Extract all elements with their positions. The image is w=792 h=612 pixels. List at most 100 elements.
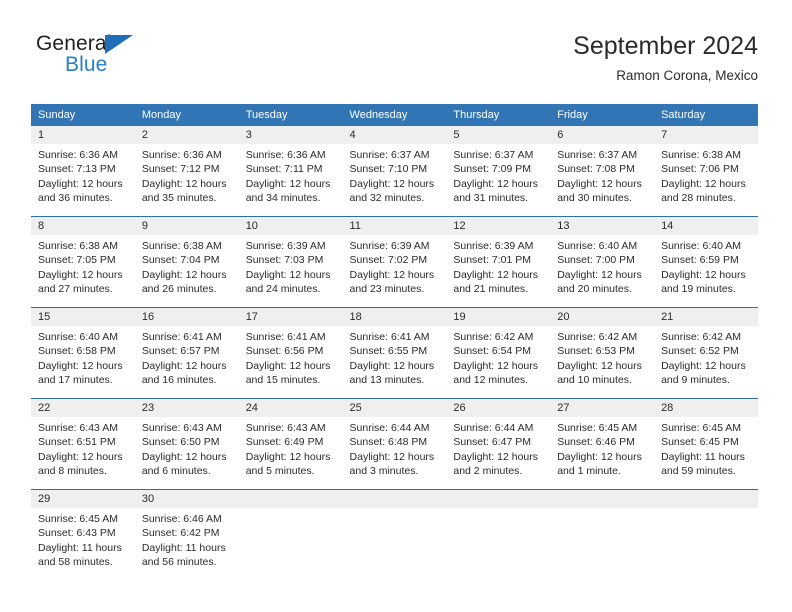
day-cell[interactable]: 23 Sunrise: 6:43 AM Sunset: 6:50 PM Dayligh… bbox=[134, 399, 239, 489]
daylight-text-line1: Daylight: 12 hours bbox=[557, 177, 642, 190]
day-cell[interactable] bbox=[446, 490, 551, 580]
weekday-header-saturday: Saturday bbox=[654, 104, 758, 126]
day-info: Sunrise: 6:42 AM Sunset: 6:53 PM Daylight:… bbox=[550, 326, 654, 387]
day-cell[interactable]: 21 Sunrise: 6:42 AM Sunset: 6:52 PM Dayligh… bbox=[654, 308, 758, 398]
day-cell[interactable]: 25 Sunrise: 6:44 AM Sunset: 6:48 PM Dayligh… bbox=[342, 399, 447, 489]
day-cell[interactable]: 19 Sunrise: 6:42 AM Sunset: 6:54 PM Dayligh… bbox=[446, 308, 551, 398]
sunrise-text: Sunrise: 6:38 AM bbox=[38, 240, 118, 252]
day-cell[interactable]: 27 Sunrise: 6:45 AM Sunset: 6:46 PM Dayligh… bbox=[550, 399, 655, 489]
day-cell[interactable]: 6 Sunrise: 6:37 AM Sunset: 7:08 PM Daylight… bbox=[550, 126, 655, 216]
daylight-text-line1: Daylight: 12 hours bbox=[38, 450, 123, 463]
calendar-head: Sunday Monday Tuesday Wednesday Thursday… bbox=[31, 104, 758, 126]
daylight-text-line1: Daylight: 12 hours bbox=[38, 177, 123, 190]
sunrise-text: Sunrise: 6:39 AM bbox=[453, 240, 534, 252]
day-number bbox=[550, 490, 655, 508]
sunrise-text: Sunrise: 6:41 AM bbox=[141, 331, 222, 343]
sunset-text: Sunset: 6:58 PM bbox=[38, 345, 116, 358]
daylight-text-line2: and 27 minutes. bbox=[38, 282, 113, 295]
day-cell[interactable]: 3 Sunrise: 6:36 AM Sunset: 7:11 PM Daylight… bbox=[238, 126, 343, 216]
day-cell[interactable]: 8 Sunrise: 6:38 AM Sunset: 7:05 PM Daylight… bbox=[31, 217, 135, 307]
day-number: 7 bbox=[654, 126, 758, 144]
day-cell[interactable]: 11 Sunrise: 6:39 AM Sunset: 7:02 PM Dayligh… bbox=[342, 217, 447, 307]
daylight-text-line1: Daylight: 12 hours bbox=[245, 450, 331, 463]
daylight-text-line2: and 30 minutes. bbox=[557, 191, 632, 204]
sunrise-text: Sunrise: 6:36 AM bbox=[245, 149, 326, 161]
sunrise-text: Sunrise: 6:41 AM bbox=[245, 331, 326, 343]
daylight-text-line1: Daylight: 12 hours bbox=[141, 450, 227, 463]
calendar-page: General Blue September 2024 Ramon Corona… bbox=[0, 0, 792, 612]
day-cell[interactable]: 22 Sunrise: 6:43 AM Sunset: 6:51 PM Dayligh… bbox=[31, 399, 135, 489]
sunset-text: Sunset: 7:03 PM bbox=[245, 254, 324, 267]
logo-triangle-icon bbox=[105, 35, 133, 54]
daylight-text-line2: and 24 minutes. bbox=[245, 282, 321, 295]
sunset-text: Sunset: 6:45 PM bbox=[661, 436, 739, 449]
page-subtitle: Ramon Corona, Mexico bbox=[616, 68, 758, 83]
day-number: 2 bbox=[134, 126, 239, 144]
daylight-text-line2: and 36 minutes. bbox=[38, 191, 113, 204]
day-cell[interactable]: 7 Sunrise: 6:38 AM Sunset: 7:06 PM Daylight… bbox=[654, 126, 758, 216]
day-cell[interactable]: 26 Sunrise: 6:44 AM Sunset: 6:47 PM Dayligh… bbox=[446, 399, 551, 489]
sunset-text: Sunset: 7:08 PM bbox=[557, 163, 635, 176]
day-cell[interactable]: 16 Sunrise: 6:41 AM Sunset: 6:57 PM Dayligh… bbox=[134, 308, 239, 398]
daylight-text-line1: Daylight: 11 hours bbox=[38, 541, 122, 554]
sunrise-text: Sunrise: 6:44 AM bbox=[349, 422, 430, 434]
weekday-header-thursday: Thursday bbox=[446, 104, 551, 126]
calendar-week-row: 8 Sunrise: 6:38 AM Sunset: 7:05 PM Daylight… bbox=[31, 216, 758, 308]
day-number: 3 bbox=[238, 126, 343, 144]
day-info: Sunrise: 6:39 AM Sunset: 7:03 PM Daylight:… bbox=[239, 235, 343, 296]
day-cell[interactable]: 15 Sunrise: 6:40 AM Sunset: 6:58 PM Dayligh… bbox=[31, 308, 135, 398]
sunset-text: Sunset: 7:04 PM bbox=[141, 254, 220, 267]
day-info: Sunrise: 6:38 AM Sunset: 7:05 PM Daylight:… bbox=[31, 235, 135, 296]
day-number bbox=[654, 490, 758, 508]
sunset-text: Sunset: 6:55 PM bbox=[349, 345, 428, 358]
daylight-text-line2: and 26 minutes. bbox=[141, 282, 217, 295]
sunset-text: Sunset: 6:50 PM bbox=[141, 436, 220, 449]
sunrise-text: Sunrise: 6:42 AM bbox=[557, 331, 638, 343]
sunset-text: Sunset: 7:12 PM bbox=[141, 163, 220, 176]
day-cell[interactable]: 1 Sunrise: 6:36 AM Sunset: 7:13 PM Daylight… bbox=[31, 126, 135, 216]
day-cell[interactable]: 9 Sunrise: 6:38 AM Sunset: 7:04 PM Daylight… bbox=[134, 217, 239, 307]
logo-text-blue: Blue bbox=[65, 53, 108, 76]
calendar-week-row: 15 Sunrise: 6:40 AM Sunset: 6:58 PM Dayligh… bbox=[31, 307, 758, 399]
calendar-week-row: 22 Sunrise: 6:43 AM Sunset: 6:51 PM Dayligh… bbox=[31, 398, 758, 490]
sunrise-text: Sunrise: 6:42 AM bbox=[453, 331, 534, 343]
day-cell[interactable]: 29 Sunrise: 6:45 AM Sunset: 6:43 PM Dayligh… bbox=[31, 490, 135, 580]
day-cell[interactable]: 30 Sunrise: 6:46 AM Sunset: 6:42 PM Dayligh… bbox=[134, 490, 239, 580]
sunset-text: Sunset: 6:51 PM bbox=[38, 436, 116, 449]
day-cell[interactable]: 10 Sunrise: 6:39 AM Sunset: 7:03 PM Dayligh… bbox=[238, 217, 343, 307]
day-cell[interactable]: 2 Sunrise: 6:36 AM Sunset: 7:12 PM Daylight… bbox=[134, 126, 239, 216]
day-number: 10 bbox=[238, 217, 343, 235]
sunset-text: Sunset: 7:13 PM bbox=[38, 163, 116, 176]
daylight-text-line1: Daylight: 12 hours bbox=[245, 268, 331, 281]
day-cell[interactable] bbox=[342, 490, 447, 580]
day-cell[interactable]: 12 Sunrise: 6:39 AM Sunset: 7:01 PM Dayligh… bbox=[446, 217, 551, 307]
day-number: 30 bbox=[134, 490, 239, 508]
day-cell[interactable]: 5 Sunrise: 6:37 AM Sunset: 7:09 PM Daylight… bbox=[446, 126, 551, 216]
day-cell[interactable] bbox=[550, 490, 655, 580]
sunrise-text: Sunrise: 6:38 AM bbox=[661, 149, 742, 161]
day-number bbox=[238, 490, 343, 508]
page-header: General Blue September 2024 Ramon Corona… bbox=[31, 30, 758, 92]
day-cell[interactable]: 18 Sunrise: 6:41 AM Sunset: 6:55 PM Dayligh… bbox=[342, 308, 447, 398]
daylight-text-line2: and 1 minute. bbox=[557, 464, 621, 477]
daylight-text-line1: Daylight: 12 hours bbox=[453, 359, 539, 372]
day-info: Sunrise: 6:45 AM Sunset: 6:46 PM Daylight:… bbox=[550, 417, 654, 478]
daylight-text-line1: Daylight: 12 hours bbox=[38, 268, 123, 281]
day-info: Sunrise: 6:42 AM Sunset: 6:52 PM Daylight:… bbox=[654, 326, 758, 387]
day-cell[interactable] bbox=[238, 490, 343, 580]
day-cell[interactable] bbox=[654, 490, 758, 580]
day-cell[interactable]: 4 Sunrise: 6:37 AM Sunset: 7:10 PM Daylight… bbox=[342, 126, 447, 216]
day-cell[interactable]: 28 Sunrise: 6:45 AM Sunset: 6:45 PM Dayligh… bbox=[654, 399, 758, 489]
day-cell[interactable]: 14 Sunrise: 6:40 AM Sunset: 6:59 PM Dayligh… bbox=[654, 217, 758, 307]
sunrise-text: Sunrise: 6:43 AM bbox=[245, 422, 326, 434]
sunrise-text: Sunrise: 6:39 AM bbox=[245, 240, 326, 252]
calendar-week-row: 29 Sunrise: 6:45 AM Sunset: 6:43 PM Dayligh… bbox=[31, 489, 758, 580]
day-number: 19 bbox=[446, 308, 551, 326]
day-cell[interactable]: 13 Sunrise: 6:40 AM Sunset: 7:00 PM Dayligh… bbox=[550, 217, 655, 307]
day-cell[interactable]: 24 Sunrise: 6:43 AM Sunset: 6:49 PM Dayligh… bbox=[238, 399, 343, 489]
day-number: 18 bbox=[342, 308, 447, 326]
daylight-text-line2: and 28 minutes. bbox=[661, 191, 736, 204]
day-cell[interactable]: 20 Sunrise: 6:42 AM Sunset: 6:53 PM Dayligh… bbox=[550, 308, 655, 398]
day-number: 26 bbox=[446, 399, 551, 417]
day-cell[interactable]: 17 Sunrise: 6:41 AM Sunset: 6:56 PM Dayligh… bbox=[238, 308, 343, 398]
